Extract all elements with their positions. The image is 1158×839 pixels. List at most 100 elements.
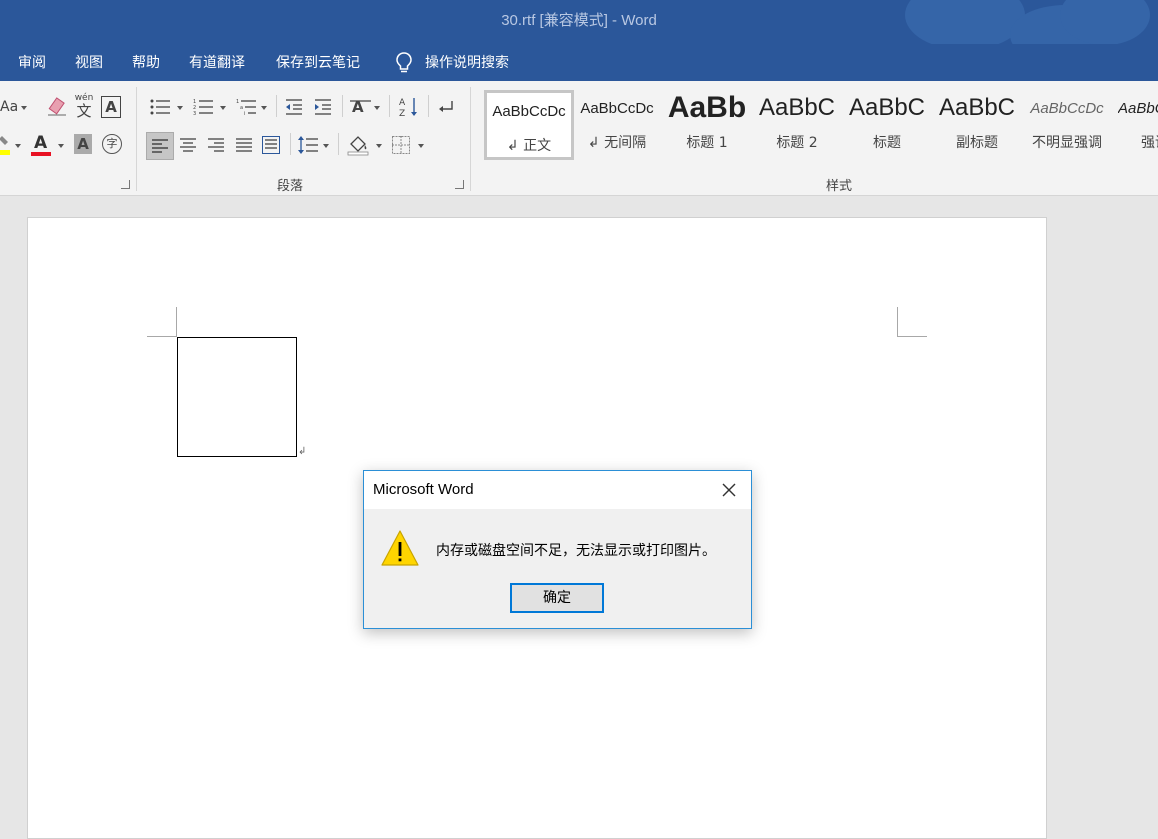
- warning-icon: [381, 530, 419, 566]
- font-color-glyph: A: [34, 133, 48, 153]
- dialog-title-bar: Microsoft Word: [364, 471, 751, 509]
- style-normal[interactable]: AaBbCcDc ↲ 正文: [484, 90, 574, 160]
- numbering-icon[interactable]: 1 2 3: [193, 98, 215, 116]
- chevron-down-icon: [374, 106, 380, 110]
- multilevel-list-icon[interactable]: 1 a i: [236, 98, 258, 116]
- style-no-spacing[interactable]: AaBbCcDc ↲ 无间隔: [574, 90, 660, 156]
- style-subtitle[interactable]: AaBbC 副标题: [934, 90, 1020, 156]
- paragraph-mark: ↲: [298, 446, 307, 457]
- tell-me-search[interactable]: 操作说明搜索: [425, 52, 509, 72]
- bullets-icon[interactable]: [150, 98, 172, 116]
- style-heading-1[interactable]: AaBb 标题 1: [664, 90, 750, 156]
- error-dialog: Microsoft Word 内存或磁盘空间不足，无法显示或打印图片。 确定: [363, 470, 752, 629]
- lightbulb-icon[interactable]: [396, 52, 412, 74]
- dialog-title: Microsoft Word: [373, 481, 474, 498]
- justify-icon[interactable]: [236, 138, 252, 152]
- phonetic-guide-char: 文: [76, 102, 92, 120]
- chevron-down-icon: [58, 144, 64, 148]
- style-name: 强调: [1141, 135, 1158, 151]
- dialog-message: 内存或磁盘空间不足，无法显示或打印图片。: [436, 543, 716, 559]
- style-preview: AaBb: [667, 91, 747, 124]
- character-border-button[interactable]: A: [101, 96, 121, 118]
- tab-review[interactable]: 审阅: [18, 52, 46, 72]
- styles-group-label: 样式: [826, 179, 853, 194]
- style-name: ↲ 无间隔: [587, 135, 647, 151]
- window-title: 30.rtf [兼容模式] - Word: [501, 12, 657, 29]
- style-subtle-emphasis[interactable]: AaBbCcDc 不明显强调: [1024, 90, 1110, 156]
- style-preview: AaBbC: [848, 94, 926, 121]
- asian-layout-icon[interactable]: A: [350, 97, 372, 117]
- chevron-down-icon: [15, 144, 21, 148]
- chevron-down-icon: [261, 106, 267, 110]
- highlight-color-icon[interactable]: [0, 134, 12, 156]
- tab-youdao-translate[interactable]: 有道翻译: [189, 52, 245, 72]
- borders-icon[interactable]: [392, 136, 410, 154]
- align-left-button[interactable]: [146, 132, 174, 160]
- style-title[interactable]: AaBbC 标题: [844, 90, 930, 156]
- close-icon[interactable]: [719, 480, 739, 500]
- group-separator: [136, 87, 137, 191]
- phonetic-guide-button[interactable]: wén 文: [74, 93, 94, 121]
- svg-text:A: A: [399, 98, 406, 108]
- show-hide-marks-icon[interactable]: [437, 99, 455, 115]
- svg-text:a: a: [240, 105, 243, 111]
- align-left-icon: [152, 139, 168, 153]
- tab-help[interactable]: 帮助: [132, 52, 160, 72]
- style-preview: AaBbCcDc: [1030, 100, 1104, 117]
- style-heading-2[interactable]: AaBbC 标题 2: [754, 90, 840, 156]
- line-spacing-icon[interactable]: [298, 136, 318, 154]
- style-name: 标题 2: [776, 135, 818, 151]
- chevron-down-icon: [177, 106, 183, 110]
- align-right-icon[interactable]: [208, 138, 224, 152]
- style-emphasis[interactable]: AaBbCcDc 强调: [1114, 90, 1158, 156]
- style-name: ↲ 正文: [506, 138, 552, 154]
- change-case-button[interactable]: Aa: [0, 97, 18, 117]
- style-name: 副标题: [956, 135, 998, 151]
- chevron-down-icon: [220, 106, 226, 110]
- title-bar: 30.rtf [兼容模式] - Word: [0, 0, 1158, 44]
- decrease-indent-icon[interactable]: [284, 98, 304, 116]
- crop-mark: [897, 307, 898, 337]
- font-dialog-launcher[interactable]: [121, 180, 130, 189]
- button-separator: [342, 95, 343, 117]
- group-separator: [470, 87, 471, 191]
- paragraph-dialog-launcher[interactable]: [455, 180, 464, 189]
- ok-button[interactable]: 确定: [510, 583, 604, 613]
- button-separator: [338, 133, 339, 155]
- font-color-button[interactable]: A: [31, 133, 51, 157]
- button-separator: [428, 95, 429, 117]
- style-preview: AaBbCcDc: [580, 100, 654, 117]
- clear-formatting-icon[interactable]: [46, 97, 68, 117]
- chevron-down-icon: [418, 144, 424, 148]
- enclose-characters-button[interactable]: 字: [102, 134, 122, 154]
- chevron-down-icon: [21, 106, 27, 110]
- crop-mark: [176, 307, 177, 337]
- style-name: 标题: [873, 135, 901, 151]
- style-preview: AaBbC: [758, 94, 836, 121]
- align-center-icon[interactable]: [180, 138, 196, 152]
- button-separator: [290, 133, 291, 155]
- svg-text:3: 3: [193, 111, 196, 116]
- tab-view[interactable]: 视图: [75, 52, 103, 72]
- sort-icon[interactable]: A Z: [399, 96, 419, 118]
- svg-text:i: i: [244, 111, 245, 116]
- chevron-down-icon: [376, 144, 382, 148]
- distributed-icon[interactable]: [262, 136, 280, 154]
- style-name: 不明显强调: [1032, 135, 1102, 151]
- image-placeholder[interactable]: [177, 337, 297, 457]
- button-separator: [389, 95, 390, 117]
- style-preview: AaBbCcDc: [492, 103, 566, 120]
- font-color-bar: [31, 152, 51, 156]
- svg-text:1: 1: [236, 99, 239, 105]
- ribbon-tabs: 审阅 视图 帮助 有道翻译 保存到云笔记 操作说明搜索: [0, 44, 1158, 81]
- character-shading-button[interactable]: A: [74, 134, 92, 154]
- chevron-down-icon: [323, 144, 329, 148]
- style-name: 标题 1: [686, 135, 728, 151]
- crop-mark: [897, 336, 927, 337]
- tab-save-to-cloud-note[interactable]: 保存到云笔记: [276, 52, 360, 72]
- shading-icon[interactable]: [347, 134, 369, 156]
- increase-indent-icon[interactable]: [313, 98, 333, 116]
- ribbon: Aa wén 文 A A A 字 1 2 3 1 a i A A Z 段落 Aa…: [0, 81, 1158, 196]
- paragraph-group-label: 段落: [277, 179, 304, 194]
- style-preview: AaBbCcDc: [1118, 100, 1158, 117]
